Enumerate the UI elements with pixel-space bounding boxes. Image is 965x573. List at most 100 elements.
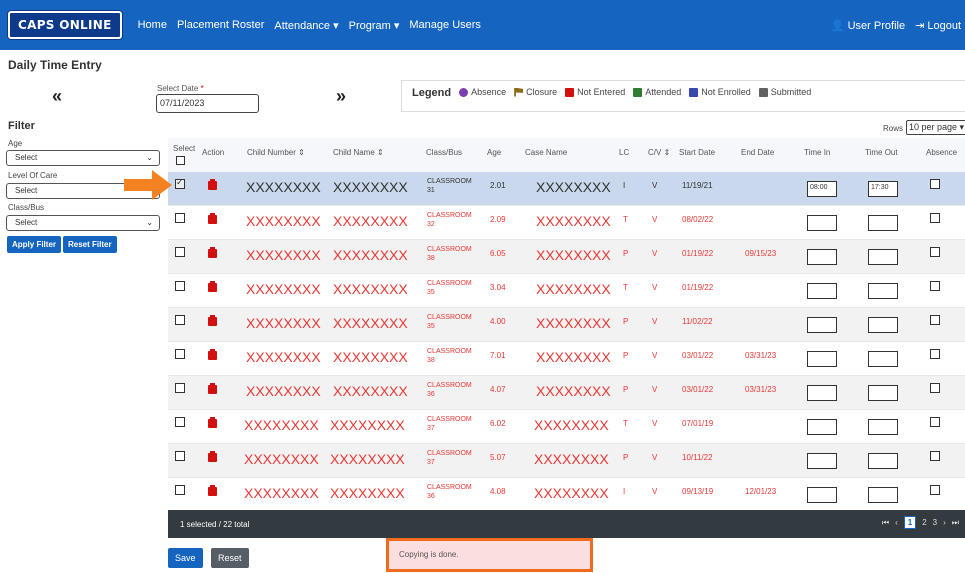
absence-checkbox[interactable] (930, 485, 940, 495)
page-title: Daily Time Entry (8, 58, 102, 72)
calendar-red-icon[interactable] (208, 383, 217, 394)
absence-checkbox[interactable] (930, 213, 940, 223)
class-bus-select[interactable]: Select ⌄ (6, 215, 160, 231)
nav-attendance[interactable]: Attendance ▾ (274, 19, 338, 32)
table-row[interactable]: XXXXXXXX XXXXXXXX CLASSROOM 37 5.07 XXXXX… (168, 444, 965, 478)
header-child-number[interactable]: Child Number ⇕ (247, 148, 305, 157)
page-2-button[interactable]: 2 (922, 518, 926, 527)
time-in-input[interactable] (807, 385, 837, 401)
row-select-checkbox[interactable] (175, 213, 185, 223)
row-select-checkbox[interactable] (175, 349, 185, 359)
absence-checkbox[interactable] (930, 247, 940, 257)
user-profile-link[interactable]: 👤 User Profile (831, 19, 905, 32)
page-1-button[interactable]: 1 (903, 516, 917, 529)
row-select-checkbox[interactable] (175, 451, 185, 461)
table-row[interactable]: XXXXXXXX XXXXXXXX CLASSROOM 36 4.07 XXXXX… (168, 376, 965, 410)
time-out-input[interactable] (868, 419, 898, 435)
absence-checkbox[interactable] (930, 315, 940, 325)
reset-button[interactable]: Reset (211, 548, 249, 568)
calendar-red-icon[interactable] (208, 281, 217, 292)
header-cv[interactable]: C/V ⇕ (648, 148, 670, 157)
row-select-checkbox[interactable] (175, 177, 185, 189)
class-bus-cell: CLASSROOM 36 (427, 483, 472, 501)
table-header: Select Action Child Number ⇕ Child Name … (168, 138, 965, 172)
required-mark: * (200, 84, 204, 93)
time-in-input[interactable] (807, 351, 837, 367)
table-row[interactable]: XXXXXXXX XXXXXXXX CLASSROOM 35 4.00 XXXXX… (168, 308, 965, 342)
row-select-checkbox[interactable] (175, 247, 185, 257)
row-select-checkbox[interactable] (175, 281, 185, 291)
row-select-checkbox[interactable] (175, 383, 185, 393)
first-page-button[interactable]: ⏮ (882, 518, 889, 528)
previous-day-button[interactable]: « (52, 86, 62, 107)
row-select-checkbox[interactable] (175, 417, 185, 427)
absence-checkbox[interactable] (930, 179, 940, 189)
time-out-input[interactable] (868, 487, 898, 503)
time-out-input[interactable] (868, 453, 898, 469)
calendar-red-icon[interactable] (208, 213, 217, 224)
save-button[interactable]: Save (168, 548, 203, 568)
class-bus-name: CLASSROOM (427, 450, 472, 457)
row-select-checkbox[interactable] (175, 485, 185, 495)
rows-per-page-select[interactable]: 10 per page ▾ (906, 120, 965, 135)
time-in-input[interactable] (807, 453, 837, 469)
time-in-input[interactable] (807, 317, 837, 333)
table-row[interactable]: XXXXXXXX XXXXXXXX CLASSROOM 37 6.02 XXXXX… (168, 410, 965, 444)
time-in-input[interactable] (807, 419, 837, 435)
select-all-checkbox[interactable] (176, 156, 185, 165)
nav-program[interactable]: Program ▾ (349, 19, 400, 32)
age-filter-select[interactable]: Select ⌄ (6, 150, 160, 166)
time-out-input[interactable] (868, 215, 898, 231)
apply-filter-button[interactable]: Apply Filter (7, 236, 62, 253)
time-out-input[interactable] (868, 317, 898, 333)
calendar-red-icon[interactable] (208, 417, 217, 428)
calendar-red-icon[interactable] (208, 485, 217, 496)
time-out-input[interactable]: 17:30 (868, 181, 898, 197)
table-row[interactable]: XXXXXXXX XXXXXXXX CLASSROOM 32 2.09 XXXXX… (168, 206, 965, 240)
calendar-red-icon[interactable] (208, 349, 217, 360)
time-out-input[interactable] (868, 283, 898, 299)
absence-checkbox[interactable] (930, 451, 940, 461)
header-select: Select (173, 144, 196, 153)
time-out-input[interactable] (868, 351, 898, 367)
last-page-button[interactable]: ⏭ (952, 518, 959, 528)
page-3-button[interactable]: 3 (933, 518, 937, 527)
table-row[interactable]: XXXXXXXX XXXXXXXX CLASSROOM 38 6.05 XXXXX… (168, 240, 965, 274)
next-page-button[interactable]: › (943, 518, 946, 527)
next-day-button[interactable]: » (336, 86, 346, 107)
table-row[interactable]: XXXXXXXX XXXXXXXX CLASSROOM 35 3.04 XXXXX… (168, 274, 965, 308)
prev-page-button[interactable]: ‹ (895, 518, 898, 527)
nav-placement-roster[interactable]: Placement Roster (177, 19, 264, 32)
start-date-cell: 07/01/19 (682, 419, 714, 428)
header-child-name[interactable]: Child Name ⇕ (333, 148, 384, 157)
nav-home[interactable]: Home (138, 19, 167, 32)
time-in-input[interactable] (807, 283, 837, 299)
absence-checkbox[interactable] (930, 281, 940, 291)
absence-checkbox[interactable] (930, 417, 940, 427)
row-select-checkbox[interactable] (175, 315, 185, 325)
child-number-cell: XXXXXXXX (246, 247, 321, 263)
table-row[interactable]: XXXXXXXX XXXXXXXX CLASSROOM 38 7.01 XXXXX… (168, 342, 965, 376)
time-out-input[interactable] (868, 249, 898, 265)
time-out-input[interactable] (868, 385, 898, 401)
header-lc: LC (619, 148, 630, 157)
nav-manage-users[interactable]: Manage Users (409, 19, 481, 32)
calendar-red-icon[interactable] (208, 247, 217, 258)
table-row[interactable]: XXXXXXXX XXXXXXXX CLASSROOM 36 4.08 XXXXX… (168, 478, 965, 512)
time-in-input[interactable] (807, 215, 837, 231)
calendar-red-icon[interactable] (208, 179, 217, 190)
absence-checkbox[interactable] (930, 349, 940, 359)
reset-filter-button[interactable]: Reset Filter (63, 236, 117, 253)
table-row[interactable]: XXXXXXXX XXXXXXXX CLASSROOM 31 2.01 XXXXX… (168, 172, 965, 206)
time-in-input[interactable] (807, 487, 837, 503)
time-in-input[interactable] (807, 249, 837, 265)
absence-checkbox[interactable] (930, 383, 940, 393)
caps-online-logo[interactable]: CAPS ONLINE (8, 11, 122, 39)
time-in-input[interactable]: 08:00 (807, 181, 837, 197)
age-cell: 5.07 (490, 453, 506, 462)
table-footer: 1 selected / 22 total ⏮ ‹ 1 2 3 › ⏭ (168, 510, 965, 538)
calendar-red-icon[interactable] (208, 451, 217, 462)
date-input[interactable]: 07/11/2023 (156, 94, 259, 113)
logout-link[interactable]: ⇥ Logout (915, 19, 961, 32)
calendar-red-icon[interactable] (208, 315, 217, 326)
